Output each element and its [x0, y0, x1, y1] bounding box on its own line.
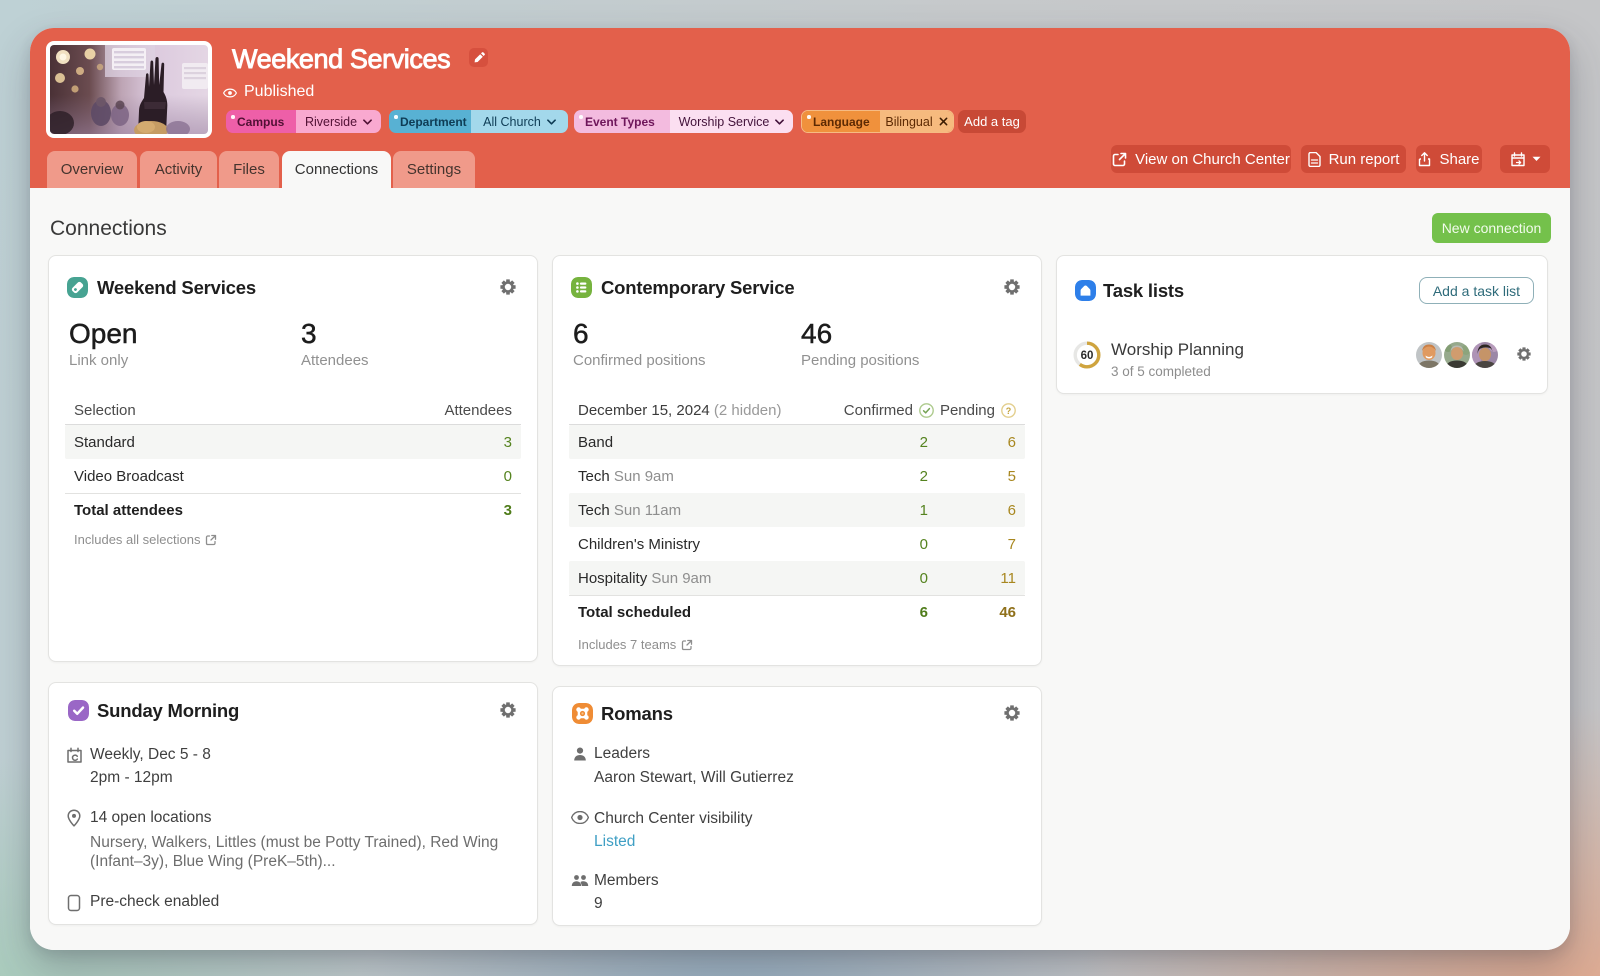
svg-text:60: 60 — [1081, 350, 1094, 362]
svg-text:?: ? — [1006, 406, 1012, 416]
